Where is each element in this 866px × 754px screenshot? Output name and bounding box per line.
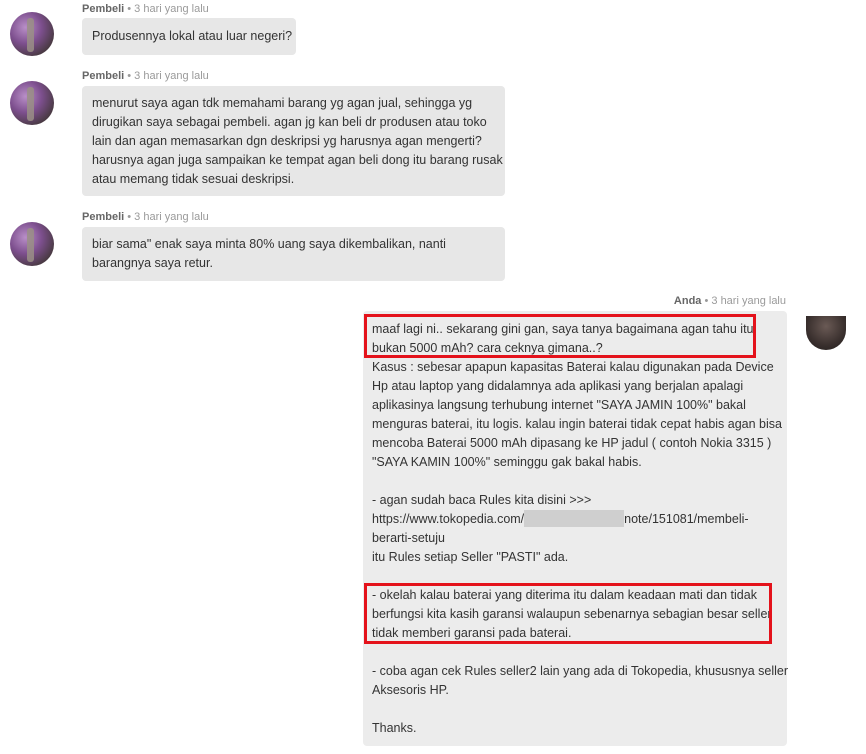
- buyer-message-bubble: menurut saya agan tdk memahami barang yg…: [82, 86, 505, 196]
- reply-line: aplikasinya langsung terhubung internet …: [372, 398, 746, 412]
- reply-line: - agan sudah baca Rules kita disini >>>: [372, 493, 592, 507]
- meta-separator: •: [124, 3, 135, 15]
- sender-name: Pembeli: [82, 3, 125, 15]
- reply-line: Hp atau laptop yang didalamnya ada aplik…: [372, 379, 744, 393]
- message-line: biar sama" enak saya minta 80% uang saya…: [92, 237, 446, 251]
- message-meta: Pembeli • 3 hari yang lalu: [82, 3, 209, 15]
- buyer-avatar: [10, 12, 54, 56]
- reply-line: Thanks.: [372, 721, 417, 735]
- url-suffix: note/151081/membeli-: [624, 512, 749, 526]
- reply-line: Kasus : sebesar apapun kapasitas Baterai…: [372, 360, 774, 374]
- meta-separator: •: [701, 295, 712, 307]
- reply-line: berarti-setuju: [372, 531, 445, 545]
- message-line: harusnya agan juga sampaikan ke tempat a…: [92, 153, 503, 167]
- message-line: dirugikan saya sebagai pembeli. agan jg …: [92, 115, 487, 129]
- reply-line: - coba agan cek Rules seller2 lain yang …: [372, 664, 788, 678]
- message-meta: Pembeli • 3 hari yang lalu: [82, 211, 209, 223]
- highlight-box: [364, 314, 756, 358]
- buyer-message-bubble: biar sama" enak saya minta 80% uang saya…: [82, 227, 505, 281]
- message-line: barangnya saya retur.: [92, 256, 213, 270]
- message-line: lain dan agan memasarkan dgn deskripsi y…: [92, 134, 482, 148]
- redacted-block: [524, 510, 625, 527]
- sender-name: Pembeli: [82, 70, 125, 82]
- meta-separator: •: [124, 70, 135, 82]
- meta-separator: •: [124, 211, 135, 223]
- seller-reply-bubble: maaf lagi ni.. sekarang gini gan, saya t…: [363, 311, 788, 746]
- message-text: Produsennya lokal atau luar negeri?: [92, 29, 293, 43]
- reply-line: menguras baterai, itu logis. kalau ingin…: [372, 417, 782, 431]
- buyer-message-bubble: Produsennya lokal atau luar negeri?: [82, 18, 296, 55]
- buyer-avatar: [10, 222, 54, 266]
- reply-line: itu Rules setiap Seller "PASTI" ada.: [372, 550, 569, 564]
- reply-meta: Anda • 3 hari yang lalu: [674, 295, 786, 307]
- reply-line: "SAYA KAMIN 100%" seminggu gak bakal hab…: [372, 455, 642, 469]
- reply-line: mencoba Baterai 5000 mAh dipasang ke HP …: [372, 436, 772, 450]
- message-time: 3 hari yang lalu: [134, 3, 209, 15]
- message-time: 3 hari yang lalu: [134, 70, 209, 82]
- highlight-box: [364, 583, 772, 644]
- sender-name: Pembeli: [82, 211, 125, 223]
- message-time: 3 hari yang lalu: [134, 211, 209, 223]
- message-line: atau memang tidak sesuai deskripsi.: [92, 172, 295, 186]
- message-meta: Pembeli • 3 hari yang lalu: [82, 70, 209, 82]
- rules-link[interactable]: https://www.tokopedia.com/note/151081/me…: [372, 510, 749, 529]
- message-time: 3 hari yang lalu: [711, 295, 786, 307]
- sender-name: Anda: [673, 295, 702, 307]
- reply-line: Aksesoris HP.: [372, 683, 449, 697]
- seller-avatar: [806, 316, 846, 350]
- buyer-avatar: [10, 81, 54, 125]
- url-prefix: https://www.tokopedia.com/: [372, 512, 525, 526]
- message-line: menurut saya agan tdk memahami barang yg…: [92, 96, 473, 110]
